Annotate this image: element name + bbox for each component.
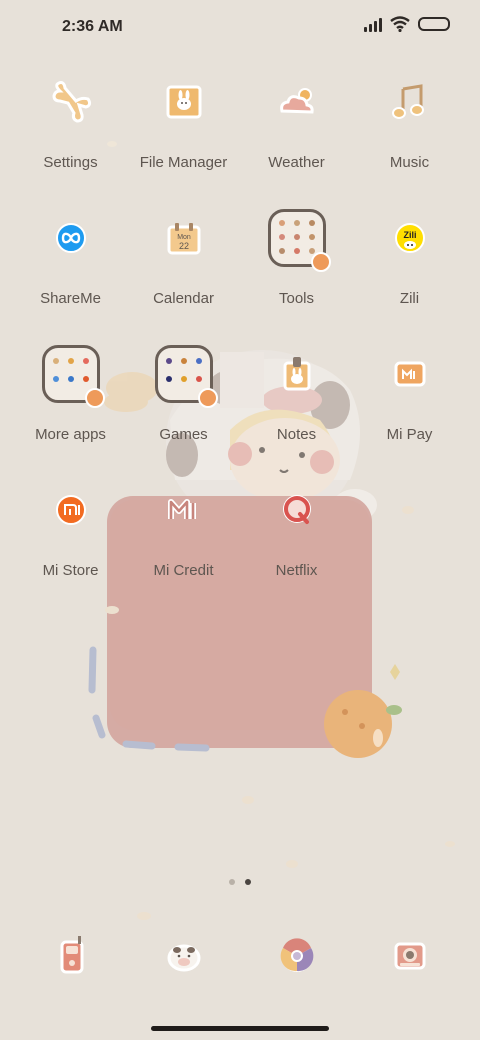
status-icons (364, 16, 450, 32)
app-netflix[interactable]: Netflix (240, 480, 353, 616)
app-label: ShareMe (40, 290, 101, 307)
wifi-icon (390, 16, 410, 32)
app-label: Calendar (153, 290, 214, 307)
app-label: Notes (276, 426, 317, 443)
app-file-manager[interactable]: File Manager (127, 72, 240, 208)
calendar-icon: Mon 22 (155, 209, 213, 267)
mi-pay-wallet-icon (381, 345, 439, 403)
tools-folder-icon (267, 209, 331, 272)
dock-browser[interactable] (240, 930, 353, 982)
app-label: File Manager (139, 154, 228, 171)
app-games-folder[interactable]: Games (127, 344, 240, 480)
page-indicator (0, 879, 480, 885)
status-time: 2:36 AM (62, 18, 123, 35)
app-label: Mi Store (42, 562, 99, 579)
app-label: Mi Pay (386, 426, 433, 443)
orange-fruit-illustration (324, 690, 392, 758)
music-note-icon (381, 73, 439, 131)
app-mi-credit[interactable]: Mi Credit (127, 480, 240, 616)
app-label: Settings (43, 154, 98, 171)
folder-badge-icon (310, 252, 331, 272)
app-calendar[interactable]: Mon 22 Calendar (127, 208, 240, 344)
app-label: Tools (278, 290, 315, 307)
app-label: Weather (268, 154, 325, 171)
app-label: Games (159, 426, 208, 443)
app-label: Music (389, 154, 430, 171)
dock (14, 930, 466, 982)
infinity-share-icon (42, 209, 100, 267)
app-notes[interactable]: Notes (240, 344, 353, 480)
battery-icon (418, 17, 450, 31)
dock-phone[interactable] (14, 930, 127, 982)
notes-clip-icon (268, 345, 326, 403)
app-settings[interactable]: Settings (14, 72, 127, 208)
app-zili[interactable]: Zili Zili (353, 208, 466, 344)
app-label: Zili (399, 290, 420, 307)
folder-badge-icon (84, 388, 105, 408)
status-bar: 2:36 AM (0, 0, 480, 56)
app-weather[interactable]: Weather (240, 72, 353, 208)
games-folder-icon (154, 345, 218, 408)
calendar-weekday: Mon (177, 234, 191, 241)
chrome-browser-icon (280, 938, 313, 972)
app-mi-store[interactable]: Mi Store (14, 480, 127, 616)
walkie-phone-icon (60, 936, 83, 974)
dock-camera[interactable] (353, 930, 466, 982)
app-music[interactable]: Music (353, 72, 466, 208)
app-tools-folder[interactable]: Tools (240, 208, 353, 344)
folder-bunny-icon (155, 73, 213, 131)
app-label: Mi Credit (153, 562, 214, 579)
app-grid: Settings File Manager Weather Music Shar… (14, 72, 466, 616)
netflix-icon (268, 481, 326, 539)
app-mi-pay[interactable]: Mi Pay (353, 344, 466, 480)
navigation-handle[interactable] (151, 1026, 329, 1031)
app-label: More apps (35, 426, 106, 443)
zili-logo-text: Zili (403, 230, 416, 240)
signal-icon (364, 16, 382, 32)
cloud-sun-icon (268, 73, 326, 131)
mi-credit-icon (155, 481, 213, 539)
mi-store-icon (42, 481, 100, 539)
folder-badge-icon (197, 388, 218, 408)
app-more-apps-folder[interactable]: More apps (14, 344, 127, 480)
camera-icon (394, 942, 425, 970)
app-label: Netflix (275, 562, 318, 579)
page-dot-1[interactable] (229, 879, 235, 885)
bone-settings-icon (42, 73, 100, 131)
cow-messages-icon (167, 944, 200, 972)
calendar-day: 22 (178, 241, 188, 251)
more-apps-folder-icon (41, 345, 105, 408)
zili-icon: Zili (381, 209, 439, 267)
app-shareme[interactable]: ShareMe (14, 208, 127, 344)
dock-messages[interactable] (127, 930, 240, 982)
page-dot-2-active[interactable] (245, 879, 251, 885)
